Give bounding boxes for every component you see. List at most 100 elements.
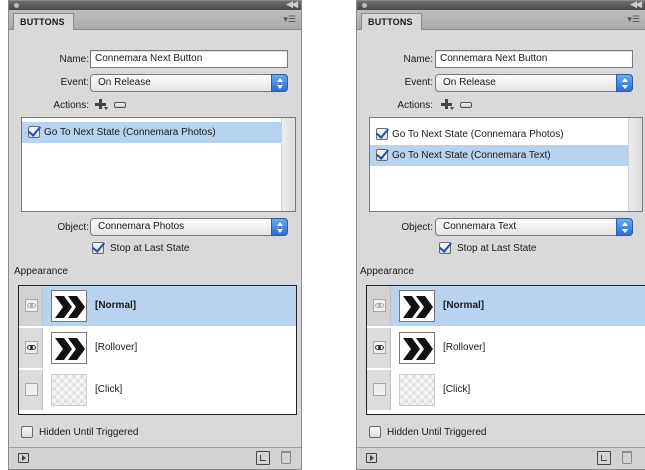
tab-buttons[interactable]: BUTTONS	[13, 13, 74, 30]
visibility-toggle[interactable]	[373, 383, 386, 396]
actions-scrollbar[interactable]	[281, 118, 295, 211]
convert-object-to-button-icon[interactable]	[597, 451, 611, 465]
state-label: [Click]	[443, 384, 471, 395]
stop-at-last-state-checkbox[interactable]	[439, 242, 451, 254]
collapse-icon[interactable]: ◀◀	[286, 0, 298, 10]
action-item-label: Go To Next State (Connemara Photos)	[44, 127, 216, 138]
action-item[interactable]: Go To Next State (Connemara Photos)	[370, 124, 628, 145]
name-field[interactable]: Connemara Next Button	[90, 50, 288, 68]
state-row-normal[interactable]: [Normal]	[19, 286, 296, 326]
action-item[interactable]: Go To Next State (Connemara Photos)	[22, 122, 281, 143]
object-label: Object:	[401, 222, 433, 233]
name-label: Name:	[59, 54, 89, 65]
preview-icon[interactable]	[366, 453, 377, 463]
stop-at-last-state-label: Stop at Last State	[110, 243, 190, 254]
state-label: [Rollover]	[443, 342, 486, 353]
state-row-click[interactable]: [Click]	[367, 370, 645, 410]
state-row-rollover[interactable]: [Rollover]	[19, 328, 296, 368]
actions-list[interactable]: Go To Next State (Connemara Photos)	[21, 117, 296, 212]
buttons-panel-right: ◀◀ BUTTONS ▾☰ Name: Connemara Next Butto…	[356, 0, 645, 470]
state-thumbnail	[51, 290, 87, 322]
preview-icon[interactable]	[18, 453, 29, 463]
panel-footer	[357, 447, 645, 469]
object-select-value: Connemara Text	[443, 221, 517, 232]
close-icon[interactable]	[14, 3, 19, 8]
action-item-label: Go To Next State (Connemara Text)	[392, 150, 551, 161]
remove-action-icon[interactable]	[114, 102, 126, 108]
state-thumbnail-empty	[51, 374, 87, 406]
event-select-value: On Release	[443, 77, 496, 88]
eye-icon	[375, 303, 384, 308]
state-thumbnail	[51, 332, 87, 364]
state-thumbnail	[399, 332, 435, 364]
select-arrows-icon	[616, 218, 633, 236]
chevrons-icon	[55, 338, 85, 360]
state-thumbnail	[399, 290, 435, 322]
object-label: Object:	[57, 222, 89, 233]
object-select[interactable]: Connemara Photos	[90, 218, 288, 236]
panel-titlebar[interactable]: ◀◀	[357, 0, 645, 10]
hidden-until-triggered-checkbox[interactable]	[369, 426, 381, 438]
actions-scrollbar[interactable]	[628, 118, 642, 211]
trash-icon[interactable]	[281, 451, 291, 464]
convert-object-to-button-icon[interactable]	[256, 451, 270, 465]
panel-tabbar: BUTTONS ▾☰	[357, 10, 645, 30]
visibility-toggle[interactable]	[25, 383, 38, 396]
action-enabled-checkbox[interactable]	[28, 126, 40, 138]
visibility-toggle[interactable]	[373, 341, 386, 354]
actions-label: Actions:	[53, 100, 89, 111]
appearance-label: Appearance	[14, 266, 68, 277]
event-label: Event:	[60, 77, 89, 88]
trash-icon[interactable]	[622, 451, 632, 464]
visibility-toggle[interactable]	[25, 299, 38, 312]
event-select[interactable]: On Release	[90, 74, 288, 92]
actions-list[interactable]: Go To Next State (Connemara Photos) Go T…	[369, 117, 643, 212]
stop-at-last-state-checkbox[interactable]	[92, 242, 104, 254]
close-icon[interactable]	[362, 3, 367, 8]
event-select[interactable]: On Release	[435, 74, 633, 92]
panel-menu-icon[interactable]: ▾☰	[283, 14, 296, 25]
visibility-toggle[interactable]	[25, 341, 38, 354]
panel-footer	[9, 447, 301, 469]
state-label: [Normal]	[95, 300, 137, 311]
event-label: Event:	[404, 77, 433, 88]
action-enabled-checkbox[interactable]	[376, 149, 388, 161]
appearance-states-list[interactable]: [Normal] [Rollover] [Click]	[366, 285, 645, 415]
object-select[interactable]: Connemara Text	[435, 218, 633, 236]
select-arrows-icon	[271, 74, 288, 92]
state-label: [Click]	[95, 384, 123, 395]
collapse-icon[interactable]: ◀◀	[630, 0, 642, 10]
panel-menu-icon[interactable]: ▾☰	[627, 14, 640, 25]
add-action-icon[interactable]	[94, 98, 108, 110]
visibility-toggle[interactable]	[373, 299, 386, 312]
chevrons-icon	[403, 296, 433, 318]
state-label: [Rollover]	[95, 342, 138, 353]
name-field[interactable]: Connemara Next Button	[435, 50, 633, 68]
hidden-until-triggered-label: Hidden Until Triggered	[387, 427, 487, 438]
appearance-states-list[interactable]: [Normal] [Rollover] [Click]	[18, 285, 297, 415]
state-row-click[interactable]: [Click]	[19, 370, 296, 410]
actions-label: Actions:	[397, 100, 433, 111]
panel-titlebar[interactable]: ◀◀	[9, 0, 301, 10]
eye-icon	[27, 345, 36, 350]
tab-buttons[interactable]: BUTTONS	[361, 13, 422, 30]
event-select-value: On Release	[98, 77, 151, 88]
action-item-label: Go To Next State (Connemara Photos)	[392, 129, 564, 140]
chevrons-icon	[403, 338, 433, 360]
chevrons-icon	[55, 296, 85, 318]
state-row-rollover[interactable]: [Rollover]	[367, 328, 645, 368]
add-action-icon[interactable]	[440, 98, 454, 110]
panel-tabbar: BUTTONS ▾☰	[9, 10, 301, 30]
select-arrows-icon	[271, 218, 288, 236]
state-row-normal[interactable]: [Normal]	[367, 286, 645, 326]
buttons-panel-left: ◀◀ BUTTONS ▾☰ Name: Connemara Next Butto…	[8, 0, 302, 470]
hidden-until-triggered-label: Hidden Until Triggered	[39, 427, 139, 438]
action-enabled-checkbox[interactable]	[376, 128, 388, 140]
action-item[interactable]: Go To Next State (Connemara Text)	[370, 145, 628, 166]
remove-action-icon[interactable]	[460, 102, 472, 108]
name-label: Name:	[403, 54, 433, 65]
state-label: [Normal]	[443, 300, 485, 311]
hidden-until-triggered-checkbox[interactable]	[21, 426, 33, 438]
select-arrows-icon	[616, 74, 633, 92]
eye-icon	[375, 345, 384, 350]
